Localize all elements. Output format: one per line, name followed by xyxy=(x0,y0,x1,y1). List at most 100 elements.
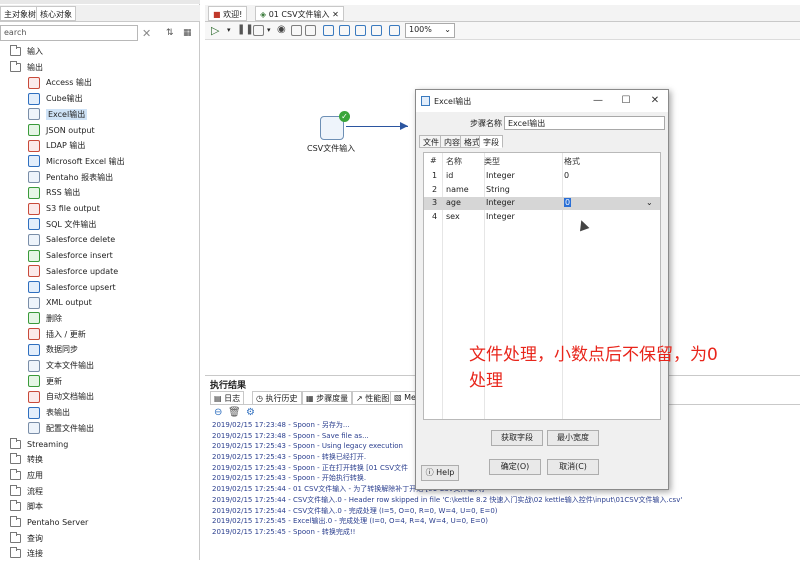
tree-item-label: 脚本 xyxy=(27,502,43,512)
tab-exec-history[interactable]: ◷ 执行历史 xyxy=(252,391,302,405)
tree-folder[interactable]: 应用 xyxy=(10,468,43,483)
min-width-button[interactable]: 最小宽度 xyxy=(547,430,599,446)
tree-folder[interactable]: 查询 xyxy=(10,531,43,546)
tree-step-item[interactable]: Salesforce upsert xyxy=(28,280,116,295)
annotation-line: 文件处理，小数点后不保留，为0 xyxy=(469,345,718,365)
minimize-icon[interactable]: — xyxy=(591,94,605,108)
stop-icon[interactable] xyxy=(253,25,264,36)
tree-folder[interactable]: Streaming xyxy=(10,437,68,452)
tab-csv-input[interactable]: ◈ 01 CSV文件输入 ✕ xyxy=(255,6,344,21)
grid-cell-name[interactable]: id xyxy=(446,171,453,180)
grid-cell-type[interactable]: Integer xyxy=(486,212,515,221)
show-results-icon[interactable] xyxy=(389,25,400,36)
tree-folder[interactable]: 脚本 xyxy=(10,499,43,514)
trash-icon[interactable]: 🗑 xyxy=(228,407,241,418)
tab-welcome[interactable]: ■ 欢迎! xyxy=(208,6,248,21)
grid-cell-format[interactable]: 0 xyxy=(564,198,572,207)
tree-step-item[interactable]: 表输出 xyxy=(28,405,70,420)
folder-icon xyxy=(10,60,21,72)
verify-icon[interactable] xyxy=(323,25,334,36)
tree-item-label: XML output xyxy=(46,298,92,308)
tab-main-object-tree[interactable]: 主对象树 xyxy=(0,6,40,21)
zoom-select[interactable]: 100% ⌄ xyxy=(405,23,455,38)
pause-icon[interactable]: ❚❚ xyxy=(237,24,254,35)
format-dropdown-icon[interactable]: ⌄ xyxy=(646,198,653,207)
help-button[interactable]: ⓘ Help xyxy=(421,465,459,481)
tree-step-item[interactable]: Excel输出 xyxy=(28,107,88,122)
clear-search-icon[interactable]: ✕ xyxy=(142,27,151,40)
maximize-icon[interactable]: ☐ xyxy=(619,94,633,108)
tree-step-item[interactable]: Cube输出 xyxy=(28,91,83,106)
grid-cell-name[interactable]: sex xyxy=(446,212,460,221)
tree-step-item[interactable]: JSON output xyxy=(28,123,95,138)
ok-button[interactable]: 确定(O) xyxy=(489,459,541,475)
run-icon[interactable]: ▷ xyxy=(211,24,219,37)
tree-folder[interactable]: 转换 xyxy=(10,452,43,467)
tree-step-item[interactable]: Salesforce insert xyxy=(28,248,113,263)
step-icon xyxy=(28,422,40,435)
log-line: 2019/02/15 17:25:44 - CSV文件输入.0 - Header… xyxy=(212,495,683,504)
tree-step-item[interactable]: Salesforce update xyxy=(28,264,118,279)
run-dropdown-icon[interactable]: ▾ xyxy=(227,26,231,34)
help-label: Help xyxy=(436,468,455,477)
clear-log-icon[interactable]: ⊖ xyxy=(214,407,222,418)
chevron-down-icon: ⌄ xyxy=(444,25,451,34)
stepname-field[interactable]: Excel输出 xyxy=(504,116,665,130)
tree-step-item[interactable]: 文本文件输出 xyxy=(28,358,94,373)
log-settings-icon[interactable]: ⚙ xyxy=(246,407,255,418)
tab-fields[interactable]: 字段 xyxy=(479,135,503,148)
search-input[interactable]: earch xyxy=(0,25,138,41)
folder-icon xyxy=(10,453,21,465)
grid-row[interactable]: 3 age Integer 0 ⌄ xyxy=(424,197,660,210)
tree-folder[interactable]: 流程 xyxy=(10,484,43,499)
grid-row[interactable]: 4 sex Integer xyxy=(424,211,660,224)
cancel-button[interactable]: 取消(C) xyxy=(547,459,599,475)
tree-folder[interactable]: 输入 xyxy=(10,44,43,59)
tree-step-item[interactable]: LDAP 输出 xyxy=(28,138,85,153)
tree-step-item[interactable]: 配置文件输出 xyxy=(28,421,94,436)
tree-step-item[interactable]: RSS 输出 xyxy=(28,185,80,200)
grid-cell-type[interactable]: String xyxy=(486,185,510,194)
grid-row[interactable]: 2 name String xyxy=(424,184,660,197)
tab-step-metrics[interactable]: ▦ 步骤度量 xyxy=(302,391,353,405)
grid-cell-type[interactable]: Integer xyxy=(486,198,515,207)
hop-line[interactable] xyxy=(346,126,408,127)
sql-icon[interactable] xyxy=(355,25,366,36)
debug-icon[interactable] xyxy=(291,25,302,36)
stop-dropdown-icon[interactable]: ▾ xyxy=(267,26,271,34)
tree-step-item[interactable]: S3 file output xyxy=(28,201,100,216)
grid-cell-type[interactable]: Integer xyxy=(486,171,515,180)
filter-icon[interactable]: ▦ xyxy=(183,28,192,38)
tree-step-item[interactable]: 自动文档输出 xyxy=(28,389,94,404)
replay-icon[interactable] xyxy=(305,25,316,36)
tree-step-item[interactable]: 删除 xyxy=(28,311,62,326)
tree-step-item[interactable]: 更新 xyxy=(28,374,62,389)
tree-folder[interactable]: 连接 xyxy=(10,546,43,561)
tree-folder[interactable]: 输出 xyxy=(10,60,43,75)
tree-step-item[interactable]: Salesforce delete xyxy=(28,232,115,247)
preview-icon[interactable]: ◉ xyxy=(277,24,286,35)
step-icon xyxy=(28,233,40,246)
tree-step-item[interactable]: 插入 / 更新 xyxy=(28,327,86,342)
impact-icon[interactable] xyxy=(339,25,350,36)
tree-item-label: Access 输出 xyxy=(46,78,92,88)
close-icon[interactable]: ✕ xyxy=(648,94,662,108)
grid-row[interactable]: 1 id Integer 0 xyxy=(424,170,660,183)
tree-step-item[interactable]: XML output xyxy=(28,295,92,310)
tree-step-item[interactable]: Microsoft Excel 输出 xyxy=(28,154,125,169)
tab-core-objects[interactable]: 核心对象 xyxy=(36,6,76,21)
tab-log[interactable]: ▤ 日志 xyxy=(210,391,245,405)
tree-step-item[interactable]: Access 输出 xyxy=(28,75,92,90)
grid-cell-format[interactable]: 0 xyxy=(564,171,569,180)
tree-step-item[interactable]: 数据同步 xyxy=(28,342,78,357)
expand-collapse-icon[interactable]: ⇅ xyxy=(166,28,174,38)
grid-cell-name[interactable]: name xyxy=(446,185,469,194)
get-fields-button[interactable]: 获取字段 xyxy=(491,430,543,446)
tree-step-item[interactable]: SQL 文件输出 xyxy=(28,217,96,232)
explore-db-icon[interactable] xyxy=(371,25,382,36)
grid-cell-name[interactable]: age xyxy=(446,198,461,207)
tree-folder[interactable]: Pentaho Server xyxy=(10,515,88,530)
grid-header-index: # xyxy=(430,156,437,165)
tree-step-item[interactable]: Pentaho 报表输出 xyxy=(28,170,113,185)
tab-perf-graph[interactable]: ↗ 性能图 xyxy=(352,391,394,405)
